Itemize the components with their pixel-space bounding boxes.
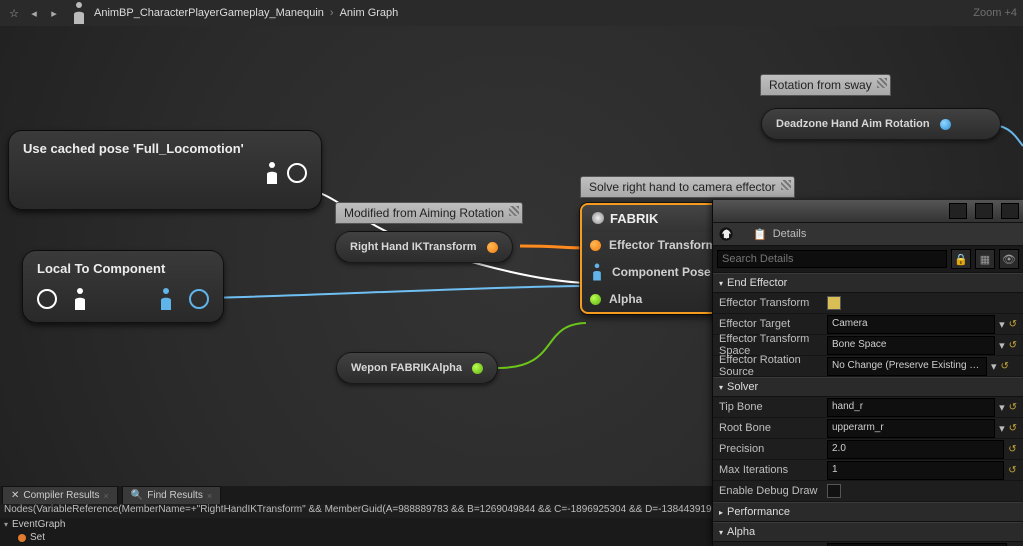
node-deadzone-rotation[interactable]: Deadzone Hand Aim Rotation (761, 108, 1001, 140)
output-pin-transform[interactable] (487, 242, 498, 253)
input-precision[interactable]: 2.0 (827, 440, 1004, 459)
pose-icon-in (71, 286, 89, 312)
comment-solve-right[interactable]: Solve right hand to camera effector (580, 176, 795, 198)
node-fabrik[interactable]: FABRIK Effector Transform Component Pose… (580, 203, 734, 314)
node-local-to-component[interactable]: Local To Component (22, 250, 224, 323)
bottom-tabs: ✕Compiler Results× 🔍Find Results× (0, 486, 221, 504)
output-pin-float[interactable] (472, 363, 483, 374)
section-solver[interactable]: ▾Solver (713, 377, 1023, 397)
select-root-bone[interactable]: upperarm_r (827, 419, 995, 438)
reset-icon[interactable]: ↺ (1008, 444, 1017, 454)
pose-icon-out (157, 286, 175, 312)
pose-icon (263, 160, 281, 186)
output-pin-pose[interactable] (287, 163, 307, 183)
node-right-hand-ik[interactable]: Right Hand IKTransform (335, 231, 513, 263)
node-cached-pose[interactable]: Use cached pose 'Full_Locomotion' (8, 130, 322, 210)
node-local-title: Local To Component (37, 261, 209, 276)
log-line: Nodes(VariableReference(MemberName=+"Rig… (0, 504, 718, 518)
search-input[interactable] (717, 250, 947, 268)
fabrik-lbl-effector: Effector Transform (609, 238, 716, 252)
section-alpha[interactable]: ▾Alpha (713, 522, 1023, 542)
reset-icon[interactable]: ↺ (1008, 465, 1017, 475)
breadcrumb-asset: AnimBP_CharacterPlayerGameplay_Manequin (94, 7, 324, 19)
zoom-label: Zoom +4 (973, 7, 1017, 19)
details-panel: 📋 Details 🔒 ▦ 👁 ▾End Effector Effector T… (712, 200, 1023, 546)
reset-icon[interactable]: ↺ (1001, 361, 1011, 371)
input-max-iterations[interactable]: 1 (827, 461, 1004, 480)
reset-icon[interactable]: ↺ (1009, 423, 1017, 433)
view-options-icon[interactable]: 👁 (999, 249, 1019, 269)
unreal-icon (719, 227, 733, 241)
tab-find-results[interactable]: 🔍Find Results× (122, 486, 221, 504)
comment-aiming-rotation[interactable]: Modified from Aiming Rotation (335, 202, 523, 224)
input-pin-local-pose[interactable] (37, 289, 57, 309)
output-pin-struct[interactable] (940, 119, 951, 130)
details-tab-label: Details (773, 228, 807, 240)
node-deadzone-label: Deadzone Hand Aim Rotation (776, 118, 930, 130)
blueprint-icon (70, 0, 88, 26)
comment-rotation-sway[interactable]: Rotation from sway (760, 74, 891, 96)
checkbox-debug-draw[interactable] (827, 484, 841, 498)
node-right-hand-ik-label: Right Hand IKTransform (350, 241, 477, 253)
output-pin-component-pose[interactable] (189, 289, 209, 309)
forward-icon[interactable]: ▸ (46, 5, 62, 21)
section-end-effector[interactable]: ▾End Effector (713, 273, 1023, 293)
reset-icon[interactable]: ↺ (1009, 402, 1017, 412)
lock-icon[interactable]: 🔒 (951, 249, 971, 269)
details-tab[interactable]: 📋 Details (713, 223, 1023, 246)
select-alpha-input-type[interactable]: Float Value (827, 543, 1007, 546)
details-search-row: 🔒 ▦ 👁 (713, 246, 1023, 273)
tab-compiler-results[interactable]: ✕Compiler Results× (2, 486, 118, 504)
results-tree[interactable]: ▾EventGraph Set Set (0, 518, 710, 546)
toolbar: ☆ ◂ ▸ AnimBP_CharacterPlayerGameplay_Man… (0, 0, 1023, 27)
section-performance[interactable]: ▸Performance (713, 502, 1023, 522)
select-effector-target[interactable]: Camera (827, 315, 995, 334)
property-matrix-icon[interactable]: ▦ (975, 249, 995, 269)
fabrik-pin-effector[interactable] (590, 240, 601, 251)
node-cached-pose-title: Use cached pose 'Full_Locomotion' (23, 141, 307, 156)
fabrik-lbl-alpha: Alpha (609, 292, 642, 306)
nav-buttons: ☆ ◂ ▸ (6, 5, 62, 21)
window-minimize-icon[interactable] (949, 203, 967, 219)
fabrik-pin-alpha[interactable] (590, 294, 601, 305)
select-tip-bone[interactable]: hand_r (827, 398, 995, 417)
set-node-icon (18, 534, 26, 542)
window-maximize-icon[interactable] (975, 203, 993, 219)
fabrik-lbl-pose: Component Pose (612, 265, 711, 279)
select-rotation-source[interactable]: No Change (Preserve Existing Component S… (827, 357, 987, 376)
breadcrumb-sep: › (330, 7, 334, 19)
breadcrumb-graph: Anim Graph (340, 7, 399, 19)
breadcrumb[interactable]: AnimBP_CharacterPlayerGameplay_Manequin … (70, 0, 398, 26)
pose-icon-fabrik (590, 262, 604, 282)
details-window-controls (713, 200, 1023, 223)
window-close-icon[interactable] (1001, 203, 1019, 219)
back-icon[interactable]: ◂ (26, 5, 42, 21)
reset-icon[interactable]: ↺ (1009, 319, 1017, 329)
checkbox-effector-transform[interactable] (827, 296, 841, 310)
reset-icon[interactable]: ↺ (1009, 340, 1017, 350)
node-fabrik-title: FABRIK (582, 205, 732, 232)
favorite-icon[interactable]: ☆ (6, 5, 22, 21)
node-weapon-alpha[interactable]: Wepon FABRIKAlpha (336, 352, 498, 384)
node-weapon-alpha-label: Wepon FABRIKAlpha (351, 362, 462, 374)
select-transform-space[interactable]: Bone Space (827, 336, 995, 355)
